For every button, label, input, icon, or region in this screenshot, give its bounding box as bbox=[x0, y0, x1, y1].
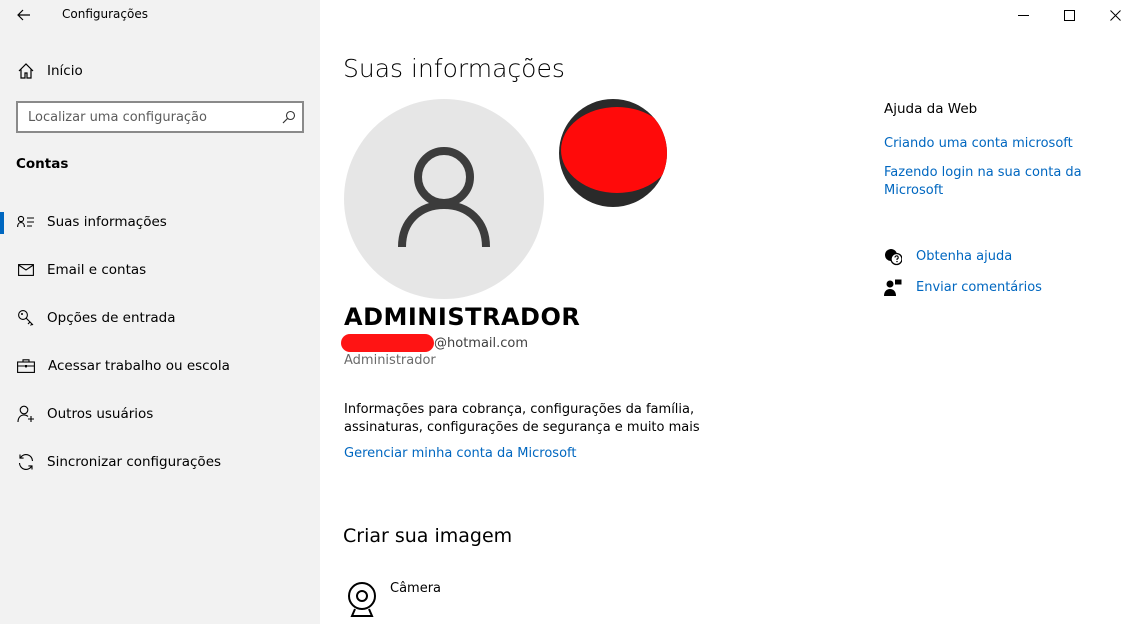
maximize-button[interactable] bbox=[1046, 0, 1092, 30]
back-button[interactable] bbox=[9, 2, 39, 28]
sync-icon bbox=[16, 452, 36, 472]
section-title: Contas bbox=[16, 156, 69, 172]
search-box bbox=[16, 101, 304, 133]
sidebar-item-label: Acessar trabalho ou escola bbox=[48, 358, 230, 374]
sidebar-item-sign-in-options[interactable]: Opções de entrada bbox=[0, 298, 320, 338]
person-card-icon bbox=[16, 212, 36, 232]
email-domain: @hotmail.com bbox=[434, 335, 529, 351]
maximize-icon bbox=[1063, 9, 1075, 21]
minimize-icon bbox=[1017, 14, 1029, 16]
feedback-icon bbox=[884, 279, 902, 296]
sidebar-item-other-users[interactable]: Outros usuários bbox=[0, 394, 320, 434]
sidebar-item-label: Outros usuários bbox=[47, 406, 154, 422]
sidebar-item-label: Opções de entrada bbox=[47, 310, 176, 326]
person-placeholder-icon bbox=[398, 147, 490, 248]
camera-button[interactable]: Câmera bbox=[344, 578, 644, 618]
email-redaction bbox=[341, 334, 434, 352]
back-arrow-icon bbox=[17, 9, 30, 21]
sidebar-item-label: Suas informações bbox=[47, 214, 167, 230]
window-controls bbox=[1000, 0, 1138, 30]
sidebar-item-label: Início bbox=[47, 63, 83, 79]
account-role: Administrador bbox=[344, 353, 436, 368]
briefcase-icon bbox=[16, 356, 36, 376]
get-help-button[interactable]: Obtenha ajuda bbox=[884, 247, 1104, 269]
mail-icon bbox=[16, 260, 36, 280]
key-icon bbox=[16, 308, 36, 328]
add-person-icon bbox=[16, 404, 36, 424]
close-icon bbox=[1109, 9, 1121, 21]
create-picture-title: Criar sua imagem bbox=[343, 525, 513, 547]
search-input[interactable] bbox=[18, 103, 268, 131]
user-name: ADMINISTRADOR bbox=[344, 303, 581, 331]
sidebar-item-your-info[interactable]: Suas informações bbox=[0, 202, 320, 242]
avatar bbox=[344, 99, 544, 299]
sidebar-item-label: Email e contas bbox=[47, 262, 147, 278]
email-row: @hotmail.com bbox=[341, 333, 528, 353]
webcam-icon bbox=[348, 582, 376, 617]
redaction-mark bbox=[561, 107, 667, 193]
sidebar-item-home[interactable]: Início bbox=[0, 52, 320, 90]
sidebar: Configurações Início Contas Suas informa… bbox=[0, 0, 320, 624]
chat-help-icon bbox=[885, 249, 902, 266]
get-help-label: Obtenha ajuda bbox=[916, 249, 1013, 264]
profile-picture bbox=[559, 99, 667, 207]
manage-account-link[interactable]: Gerenciar minha conta da Microsoft bbox=[344, 446, 576, 461]
help-title: Ajuda da Web bbox=[884, 101, 978, 117]
app-title: Configurações bbox=[62, 7, 148, 21]
search-icon[interactable] bbox=[282, 110, 296, 124]
camera-label: Câmera bbox=[390, 581, 442, 596]
sidebar-item-label: Sincronizar configurações bbox=[47, 454, 222, 470]
close-button[interactable] bbox=[1092, 0, 1138, 30]
account-info-text: Informações para cobrança, configurações… bbox=[344, 402, 700, 435]
home-icon bbox=[16, 61, 36, 81]
sidebar-item-work-school[interactable]: Acessar trabalho ou escola bbox=[0, 346, 320, 386]
send-feedback-label: Enviar comentários bbox=[916, 280, 1042, 295]
sidebar-item-sync[interactable]: Sincronizar configurações bbox=[0, 442, 320, 482]
help-link-create-account[interactable]: Criando uma conta microsoft bbox=[884, 136, 1073, 151]
help-link-sign-in[interactable]: Fazendo login na sua conta da Microsoft bbox=[884, 164, 1094, 200]
sidebar-item-email[interactable]: Email e contas bbox=[0, 250, 320, 290]
send-feedback-button[interactable]: Enviar comentários bbox=[884, 278, 1104, 300]
minimize-button[interactable] bbox=[1000, 0, 1046, 30]
page-title: Suas informações bbox=[343, 54, 565, 83]
